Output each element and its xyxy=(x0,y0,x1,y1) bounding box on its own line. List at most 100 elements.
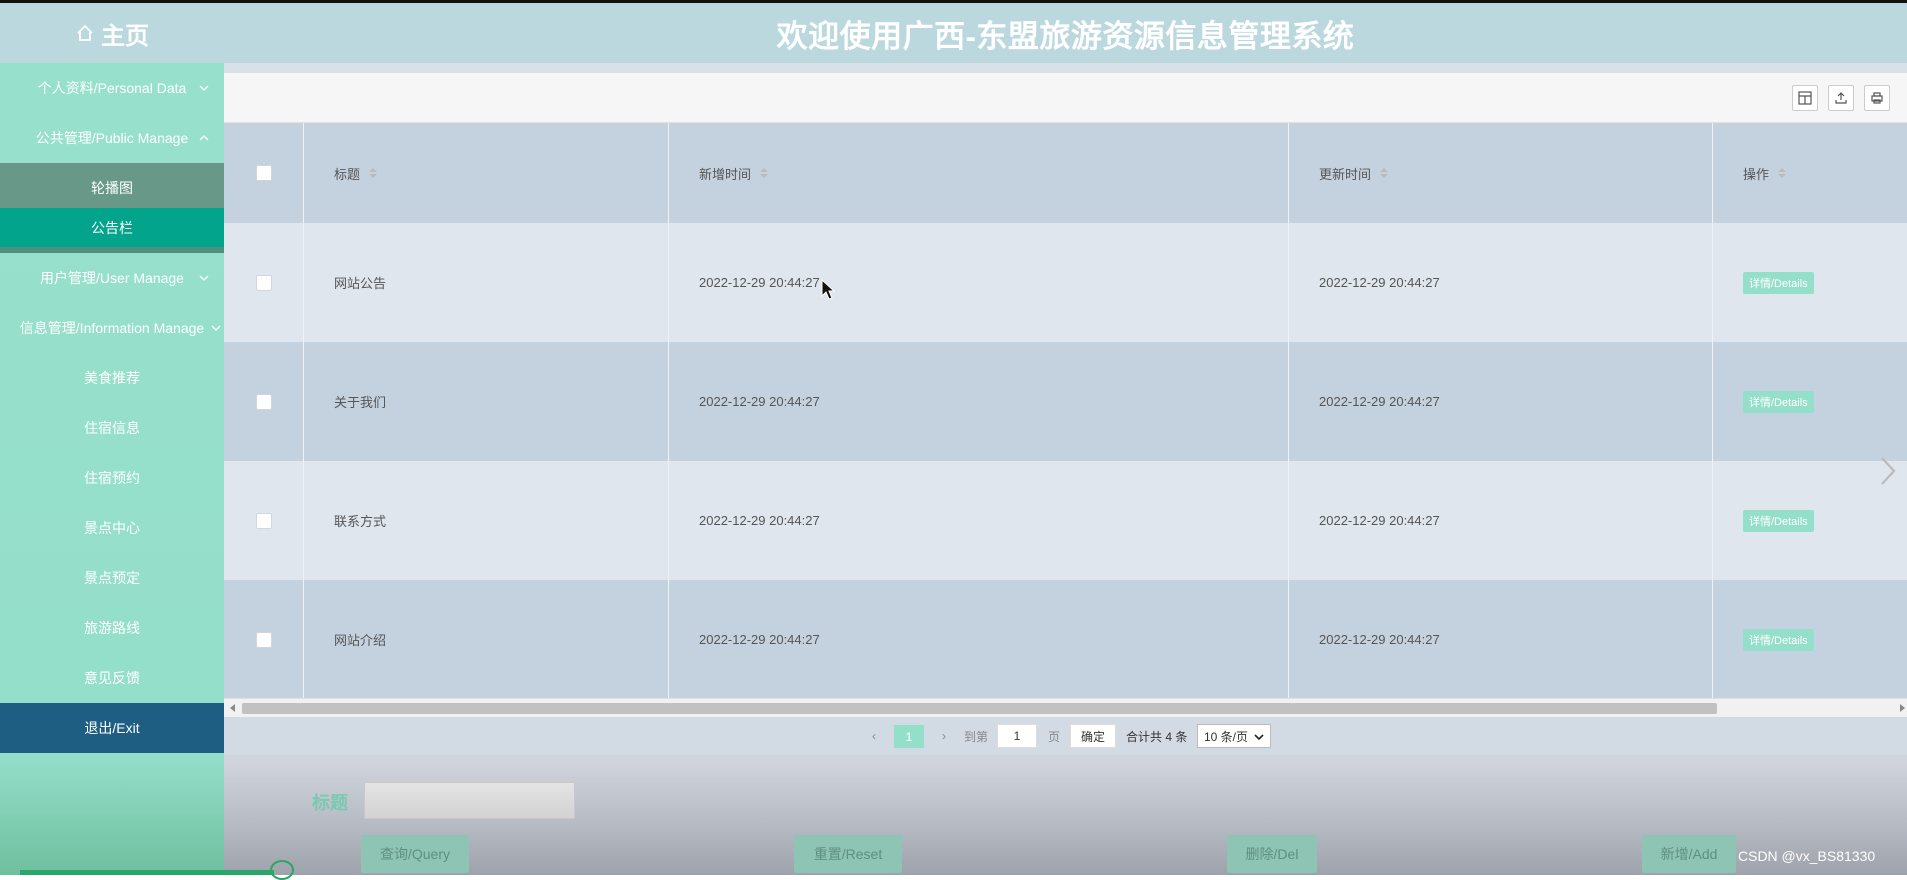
sidebar-item-label: 用户管理/User Manage xyxy=(40,270,184,286)
goto-page-input[interactable]: 1 xyxy=(997,724,1037,748)
cell-added-time: 2022-12-29 20:44:27 xyxy=(669,223,1289,342)
sidebar-subitem-routes[interactable]: 旅游路线 xyxy=(0,603,224,653)
print-icon xyxy=(1871,92,1883,104)
query-button[interactable]: 查询/Query xyxy=(361,835,469,873)
home-label: 主页 xyxy=(101,22,149,50)
columns-button[interactable] xyxy=(1792,85,1818,111)
select-all-checkbox[interactable] xyxy=(255,165,272,181)
sort-icon[interactable] xyxy=(368,167,378,179)
bottom-knob xyxy=(270,860,294,880)
details-button[interactable]: 详情/Details xyxy=(1743,271,1814,294)
header-added-time[interactable]: 新增时间 xyxy=(669,123,1289,223)
sidebar-subitem-lodging[interactable]: 住宿信息 xyxy=(0,403,224,453)
sidebar-subitem-carousel[interactable]: 轮播图 xyxy=(0,168,224,208)
export-button[interactable] xyxy=(1828,85,1854,111)
watermark: CSDN @vx_BS81330 xyxy=(1738,848,1876,864)
details-button[interactable]: 详情/Details xyxy=(1743,628,1814,651)
header-actions[interactable]: 操作 xyxy=(1713,123,1907,223)
cell-updated-time: 2022-12-29 20:44:27 xyxy=(1289,342,1713,461)
cell-added-time: 2022-12-29 20:44:27 xyxy=(669,461,1289,580)
chevron-down-icon xyxy=(1254,734,1264,741)
row-checkbox[interactable] xyxy=(255,512,272,529)
cell-updated-time: 2022-12-29 20:44:27 xyxy=(1289,461,1713,580)
horizontal-scrollbar[interactable] xyxy=(224,698,1907,717)
columns-icon xyxy=(1798,91,1812,105)
sort-icon[interactable] xyxy=(1379,167,1389,179)
cell-actions: 详情/Details xyxy=(1713,580,1907,699)
sidebar-subitem-notice-board[interactable]: 公告栏 xyxy=(0,208,224,248)
table-row: 网站介绍 2022-12-29 20:44:27 2022-12-29 20:4… xyxy=(224,580,1907,699)
sidebar-subitem-attraction-booking[interactable]: 景点预定 xyxy=(0,553,224,603)
cell-updated-time: 2022-12-29 20:44:27 xyxy=(1289,580,1713,699)
sort-icon[interactable] xyxy=(1777,167,1787,179)
bottom-progress-bar xyxy=(20,870,274,875)
total-count: 合计共 4 条 xyxy=(1126,729,1188,744)
sidebar-subitem-label: 旅游路线 xyxy=(84,620,140,636)
header-title[interactable]: 标题 xyxy=(304,123,669,223)
table-toolbar xyxy=(224,73,1907,123)
scrollbar-thumb[interactable] xyxy=(242,703,1717,714)
row-checkbox[interactable] xyxy=(255,631,272,648)
add-button[interactable]: 新增/Add xyxy=(1642,835,1736,873)
row-checkbox[interactable] xyxy=(255,274,272,291)
table-row: 联系方式 2022-12-29 20:44:27 2022-12-29 20:4… xyxy=(224,461,1907,580)
goto-confirm-button[interactable]: 确定 xyxy=(1070,724,1116,748)
details-button[interactable]: 详情/Details xyxy=(1743,509,1814,532)
sidebar-item-label: 信息管理/Information Manage xyxy=(19,320,205,336)
cell-added-time: 2022-12-29 20:44:27 xyxy=(669,580,1289,699)
sidebar-item-personal-data[interactable]: 个人资料/Personal Data xyxy=(0,63,224,113)
page-number-current[interactable]: 1 xyxy=(894,725,924,748)
row-check-cell xyxy=(224,223,304,342)
search-title-input[interactable] xyxy=(364,782,575,819)
home-icon xyxy=(77,24,93,41)
sidebar-subitem-label: 住宿信息 xyxy=(84,420,140,436)
print-button[interactable] xyxy=(1864,85,1890,111)
sidebar-subitem-attractions[interactable]: 景点中心 xyxy=(0,503,224,553)
sidebar: 个人资料/Personal Data 公共管理/Public Manage 轮播… xyxy=(0,63,224,875)
sidebar-item-information-manage[interactable]: 信息管理/Information Manage xyxy=(0,303,224,353)
cell-title: 网站公告 xyxy=(304,223,669,342)
select-all-cell xyxy=(224,123,304,223)
header-updated-time[interactable]: 更新时间 xyxy=(1289,123,1713,223)
reset-button[interactable]: 重置/Reset xyxy=(794,835,902,873)
scroll-left-icon[interactable] xyxy=(230,704,235,712)
chevron-down-icon xyxy=(199,85,209,91)
content-top-band xyxy=(224,63,1907,73)
next-page-icon[interactable]: › xyxy=(942,717,946,755)
page-size-select[interactable]: 10 条/页 xyxy=(1197,724,1271,748)
cell-actions: 详情/Details xyxy=(1713,342,1907,461)
header-actions-label: 操作 xyxy=(1743,166,1770,182)
details-button[interactable]: 详情/Details xyxy=(1743,390,1814,413)
delete-button[interactable]: 删除/Del xyxy=(1227,835,1317,873)
chevron-down-icon xyxy=(199,275,209,281)
header: 主页 欢迎使用广西-东盟旅游资源信息管理系统 xyxy=(0,3,1907,63)
scroll-right-icon[interactable] xyxy=(1900,704,1905,712)
row-check-cell xyxy=(224,461,304,580)
sidebar-item-user-manage[interactable]: 用户管理/User Manage xyxy=(0,253,224,303)
search-title-label: 标题 xyxy=(312,793,348,813)
row-checkbox[interactable] xyxy=(255,393,272,410)
mouse-cursor-icon xyxy=(821,279,835,300)
header-added-time-label: 新增时间 xyxy=(699,166,752,182)
sidebar-subitem-lodging-booking[interactable]: 住宿预约 xyxy=(0,453,224,503)
sidebar-subitem-label: 景点预定 xyxy=(84,570,140,586)
page-size-value: 10 条/页 xyxy=(1204,729,1249,744)
cell-title: 网站介绍 xyxy=(304,580,669,699)
table-row: 网站公告 2022-12-29 20:44:27 2022-12-29 20:4… xyxy=(224,223,1907,342)
exit-label: 退出/Exit xyxy=(84,720,140,736)
home-link[interactable]: 主页 xyxy=(0,3,224,63)
system-title: 欢迎使用广西-东盟旅游资源信息管理系统 xyxy=(776,18,1355,54)
table-header-row: 标题 新增时间 更新时间 操作 xyxy=(224,123,1907,223)
table-row: 关于我们 2022-12-29 20:44:27 2022-12-29 20:4… xyxy=(224,342,1907,461)
row-check-cell xyxy=(224,342,304,461)
sidebar-subitem-food[interactable]: 美食推荐 xyxy=(0,353,224,403)
exit-button[interactable]: 退出/Exit xyxy=(0,703,224,753)
pagination: ‹ 1 › 到第 1 页 确定 合计共 4 条 10 条/页 xyxy=(224,717,1907,755)
sidebar-subitem-feedback[interactable]: 意见反馈 xyxy=(0,653,224,703)
chevron-right-icon[interactable] xyxy=(1876,454,1900,488)
goto-label: 到第 xyxy=(964,729,989,744)
sort-icon[interactable] xyxy=(759,167,769,179)
sidebar-item-public-manage[interactable]: 公共管理/Public Manage xyxy=(0,113,224,163)
prev-page-icon[interactable]: ‹ xyxy=(872,717,876,755)
sidebar-item-label: 个人资料/Personal Data xyxy=(37,80,187,96)
